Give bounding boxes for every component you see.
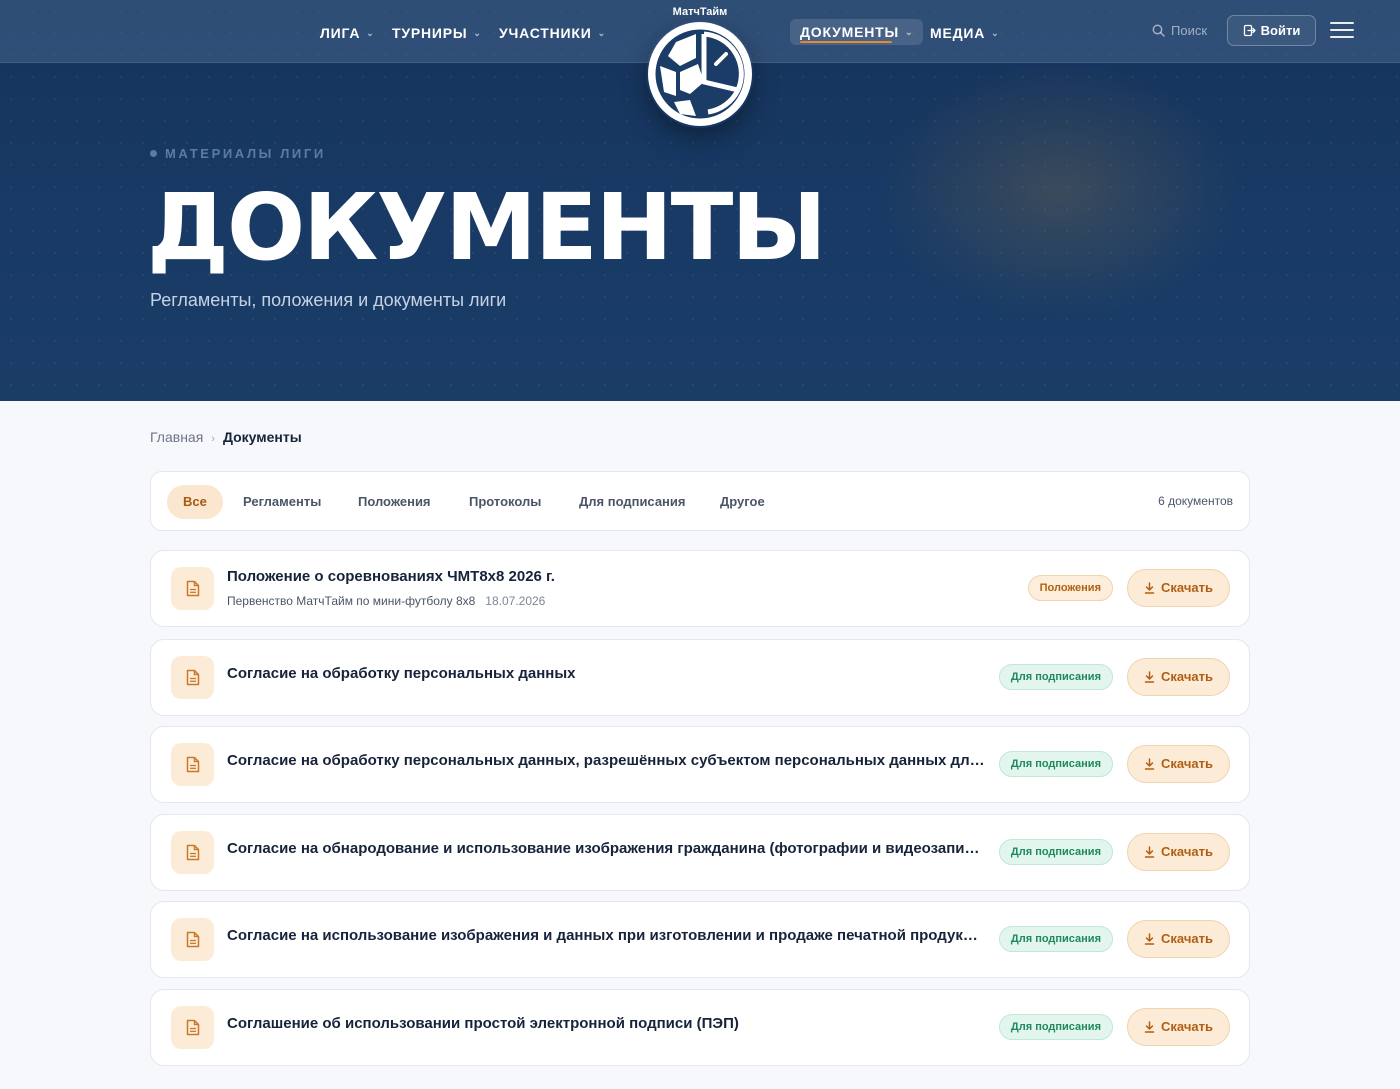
document-title: Согласие на обнародование и использовани… — [227, 840, 987, 857]
login-icon — [1243, 24, 1256, 37]
download-icon — [1144, 582, 1155, 594]
brand-name: МатчТайм — [672, 6, 728, 18]
tab-other[interactable]: Другое — [720, 485, 765, 519]
search-label: Поиск — [1171, 23, 1208, 38]
document-row[interactable]: Согласие на обнародование и использовани… — [150, 814, 1250, 891]
chevron-down-icon: ⌄ — [991, 28, 1000, 38]
document-title: Согласие на использование изображения и … — [227, 927, 987, 944]
eyebrow-dot — [150, 150, 157, 157]
category-badge: Для подписания — [998, 664, 1113, 690]
tab-regulations[interactable]: Регламенты — [243, 485, 321, 519]
download-button[interactable]: Скачать — [1127, 745, 1230, 783]
document-icon — [171, 743, 214, 786]
hero-eyebrow: МАТЕРИАЛЫ ЛИГИ — [150, 146, 326, 161]
nav-item-tournaments[interactable]: ТУРНИРЫ ⌄ — [392, 22, 482, 44]
login-button[interactable]: Войти — [1227, 15, 1316, 46]
download-button[interactable]: Скачать — [1127, 833, 1230, 871]
document-date: 18.07.2026 — [485, 594, 546, 608]
download-label: Скачать — [1161, 756, 1213, 771]
document-meta: Первенство МатчТайм по мини-футболу 8х8 1… — [227, 594, 545, 608]
download-button[interactable]: Скачать — [1127, 1008, 1230, 1046]
download-icon — [1144, 671, 1155, 683]
download-icon — [1144, 846, 1155, 858]
download-label: Скачать — [1161, 1019, 1213, 1034]
document-title: Положение о соревнованиях ЧМТ8х8 2026 г. — [227, 568, 555, 585]
document-filter-bar: Все Регламенты Положения Протоколы Для п… — [150, 471, 1250, 531]
document-title: Соглашение об использовании простой элек… — [227, 1015, 739, 1032]
breadcrumb: Главная › Документы — [150, 429, 302, 445]
document-row[interactable]: Согласие на обработку персональных данны… — [150, 726, 1250, 803]
chevron-right-icon: › — [211, 433, 215, 445]
eyebrow-label: МАТЕРИАЛЫ ЛИГИ — [165, 146, 326, 161]
brand-logo[interactable] — [646, 20, 754, 128]
download-icon — [1144, 1021, 1155, 1033]
tab-all[interactable]: Все — [167, 485, 223, 519]
download-label: Скачать — [1161, 844, 1213, 859]
document-count: 6 документов — [1158, 494, 1233, 508]
document-icon — [171, 918, 214, 961]
download-icon — [1144, 758, 1155, 770]
nav-item-league[interactable]: ЛИГА ⌄ — [320, 22, 375, 44]
category-badge: Для подписания — [998, 839, 1113, 865]
search-button[interactable]: Поиск — [1152, 22, 1207, 40]
search-icon — [1152, 24, 1165, 37]
nav-item-label: МЕДИА — [930, 25, 986, 41]
document-title: Согласие на обработку персональных данны… — [227, 752, 987, 769]
nav-item-label: ТУРНИРЫ — [392, 25, 468, 41]
document-row[interactable]: Согласие на использование изображения и … — [150, 901, 1250, 978]
nav-item-label: ЛИГА — [320, 25, 361, 41]
category-badge: Для подписания — [998, 1014, 1113, 1040]
chevron-down-icon: ⌄ — [597, 28, 606, 38]
chevron-down-icon: ⌄ — [905, 27, 914, 37]
document-row[interactable]: Соглашение об использовании простой элек… — [150, 989, 1250, 1066]
active-underline — [800, 41, 892, 43]
nav-item-documents[interactable]: ДОКУМЕНТЫ ⌄ — [790, 19, 924, 45]
download-label: Скачать — [1161, 931, 1213, 946]
download-button[interactable]: Скачать — [1127, 920, 1230, 958]
breadcrumb-current: Документы — [222, 429, 302, 445]
document-title: Согласие на обработку персональных данны… — [227, 665, 576, 682]
document-icon — [171, 831, 214, 874]
download-label: Скачать — [1161, 580, 1213, 595]
nav-item-label: УЧАСТНИКИ — [499, 25, 592, 41]
category-badge: Положения — [1027, 575, 1113, 601]
category-badge: Для подписания — [998, 751, 1113, 777]
download-icon — [1144, 933, 1155, 945]
document-icon — [171, 567, 214, 610]
tab-provisions[interactable]: Положения — [358, 485, 431, 519]
tab-for-signing[interactable]: Для подписания — [579, 485, 685, 519]
nav-item-media[interactable]: МЕДИА ⌄ — [930, 22, 1000, 44]
tab-protocols[interactable]: Протоколы — [469, 485, 541, 519]
download-label: Скачать — [1161, 669, 1213, 684]
document-row[interactable]: Согласие на обработку персональных данны… — [150, 639, 1250, 716]
document-row[interactable]: Положение о соревнованиях ЧМТ8х8 2026 г.… — [150, 550, 1250, 627]
page-title: ДОКУМЕНТЫ — [147, 174, 827, 281]
menu-icon[interactable] — [1330, 22, 1354, 40]
category-badge: Для подписания — [998, 926, 1113, 952]
page-subtitle: Регламенты, положения и документы лиги — [150, 290, 507, 310]
download-button[interactable]: Скачать — [1127, 569, 1230, 607]
hero-section: ЛИГА ⌄ ТУРНИРЫ ⌄ УЧАСТНИКИ ⌄ МатчТайм ДОКУМ… — [0, 0, 1400, 401]
nav-item-label: ДОКУМЕНТЫ — [800, 24, 900, 40]
nav-item-participants[interactable]: УЧАСТНИКИ ⌄ — [499, 22, 606, 44]
document-subtitle: Первенство МатчТайм по мини-футболу 8х8 — [227, 594, 476, 608]
breadcrumb-home-link[interactable]: Главная — [150, 429, 203, 445]
document-icon — [171, 1006, 214, 1049]
login-label: Войти — [1260, 23, 1301, 38]
document-icon — [171, 656, 214, 699]
download-button[interactable]: Скачать — [1127, 658, 1230, 696]
chevron-down-icon: ⌄ — [473, 28, 482, 38]
chevron-down-icon: ⌄ — [366, 28, 375, 38]
